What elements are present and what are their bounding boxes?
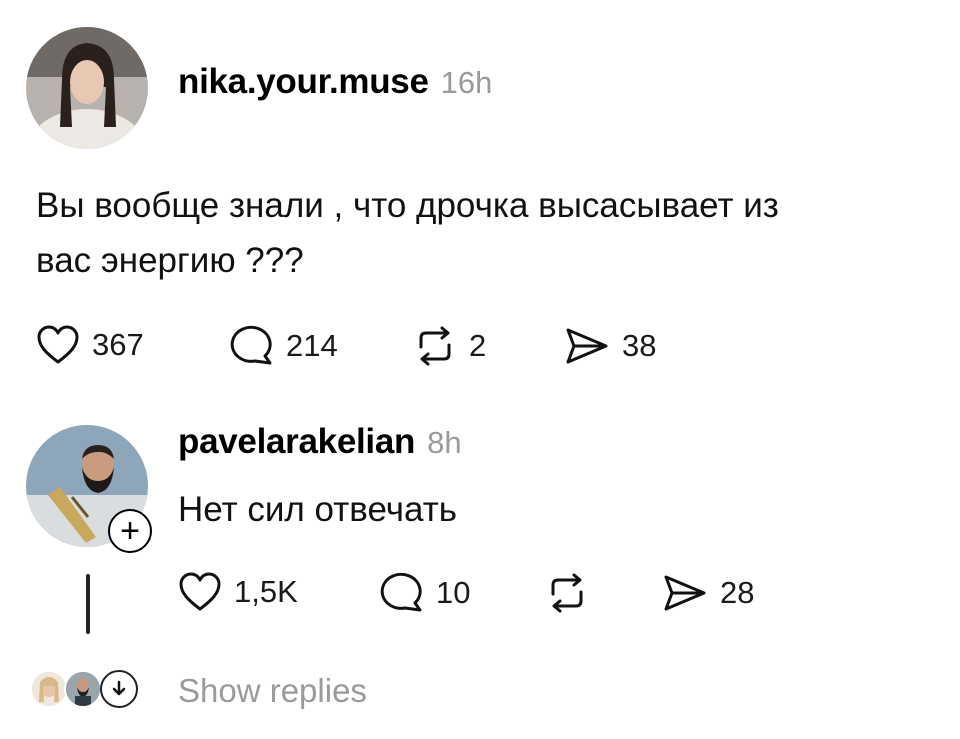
reply-share-button[interactable]: 28 <box>660 572 754 614</box>
repost-icon <box>413 325 457 367</box>
send-icon <box>562 325 610 367</box>
reply-comment-button[interactable]: 10 <box>380 572 470 614</box>
plus-icon: + <box>120 512 140 550</box>
comment-count: 214 <box>286 328 338 363</box>
post-username[interactable]: nika.your.muse <box>178 62 429 102</box>
post-text-line-1: Вы вообще знали , что дрочка высасывает … <box>36 186 779 225</box>
reply-username[interactable]: pavelarakelian <box>178 422 415 462</box>
heart-icon <box>36 325 80 365</box>
avatar-nika[interactable] <box>26 27 148 149</box>
repost-count: 2 <box>469 328 487 363</box>
mini-avatar-1 <box>30 670 68 708</box>
reply-time: 8h <box>427 425 462 460</box>
reply-comment-count: 10 <box>436 575 471 610</box>
like-count: 367 <box>92 327 144 362</box>
comment-bubble-icon <box>230 325 274 367</box>
share-button[interactable]: 38 <box>562 325 656 367</box>
like-button[interactable]: 367 <box>36 325 144 365</box>
show-replies-link[interactable]: Show replies <box>178 672 367 710</box>
post-text-line-2: вас энергию ??? <box>36 241 304 280</box>
repost-button[interactable]: 2 <box>413 325 486 367</box>
reply-avatars-stack[interactable] <box>30 670 150 710</box>
mini-avatar-2 <box>64 670 102 708</box>
share-count: 38 <box>622 328 657 363</box>
follow-plus-button[interactable]: + <box>108 509 152 553</box>
chevron-down-icon <box>100 670 138 708</box>
reply-repost-button[interactable] <box>545 572 601 614</box>
send-icon <box>660 572 708 614</box>
post-text: Вы вообще знали , что дрочка высасывает … <box>36 178 946 288</box>
thread-line <box>86 574 90 634</box>
heart-icon <box>178 572 222 612</box>
reply-like-button[interactable]: 1,5K <box>178 572 298 612</box>
reply-text: Нет сил отвечать <box>178 490 457 529</box>
comment-bubble-icon <box>380 572 424 614</box>
comment-button[interactable]: 214 <box>230 325 338 367</box>
post-time: 16h <box>440 65 493 100</box>
reply-like-count: 1,5K <box>234 574 298 609</box>
repost-icon <box>545 572 589 614</box>
reply-share-count: 28 <box>720 575 755 610</box>
